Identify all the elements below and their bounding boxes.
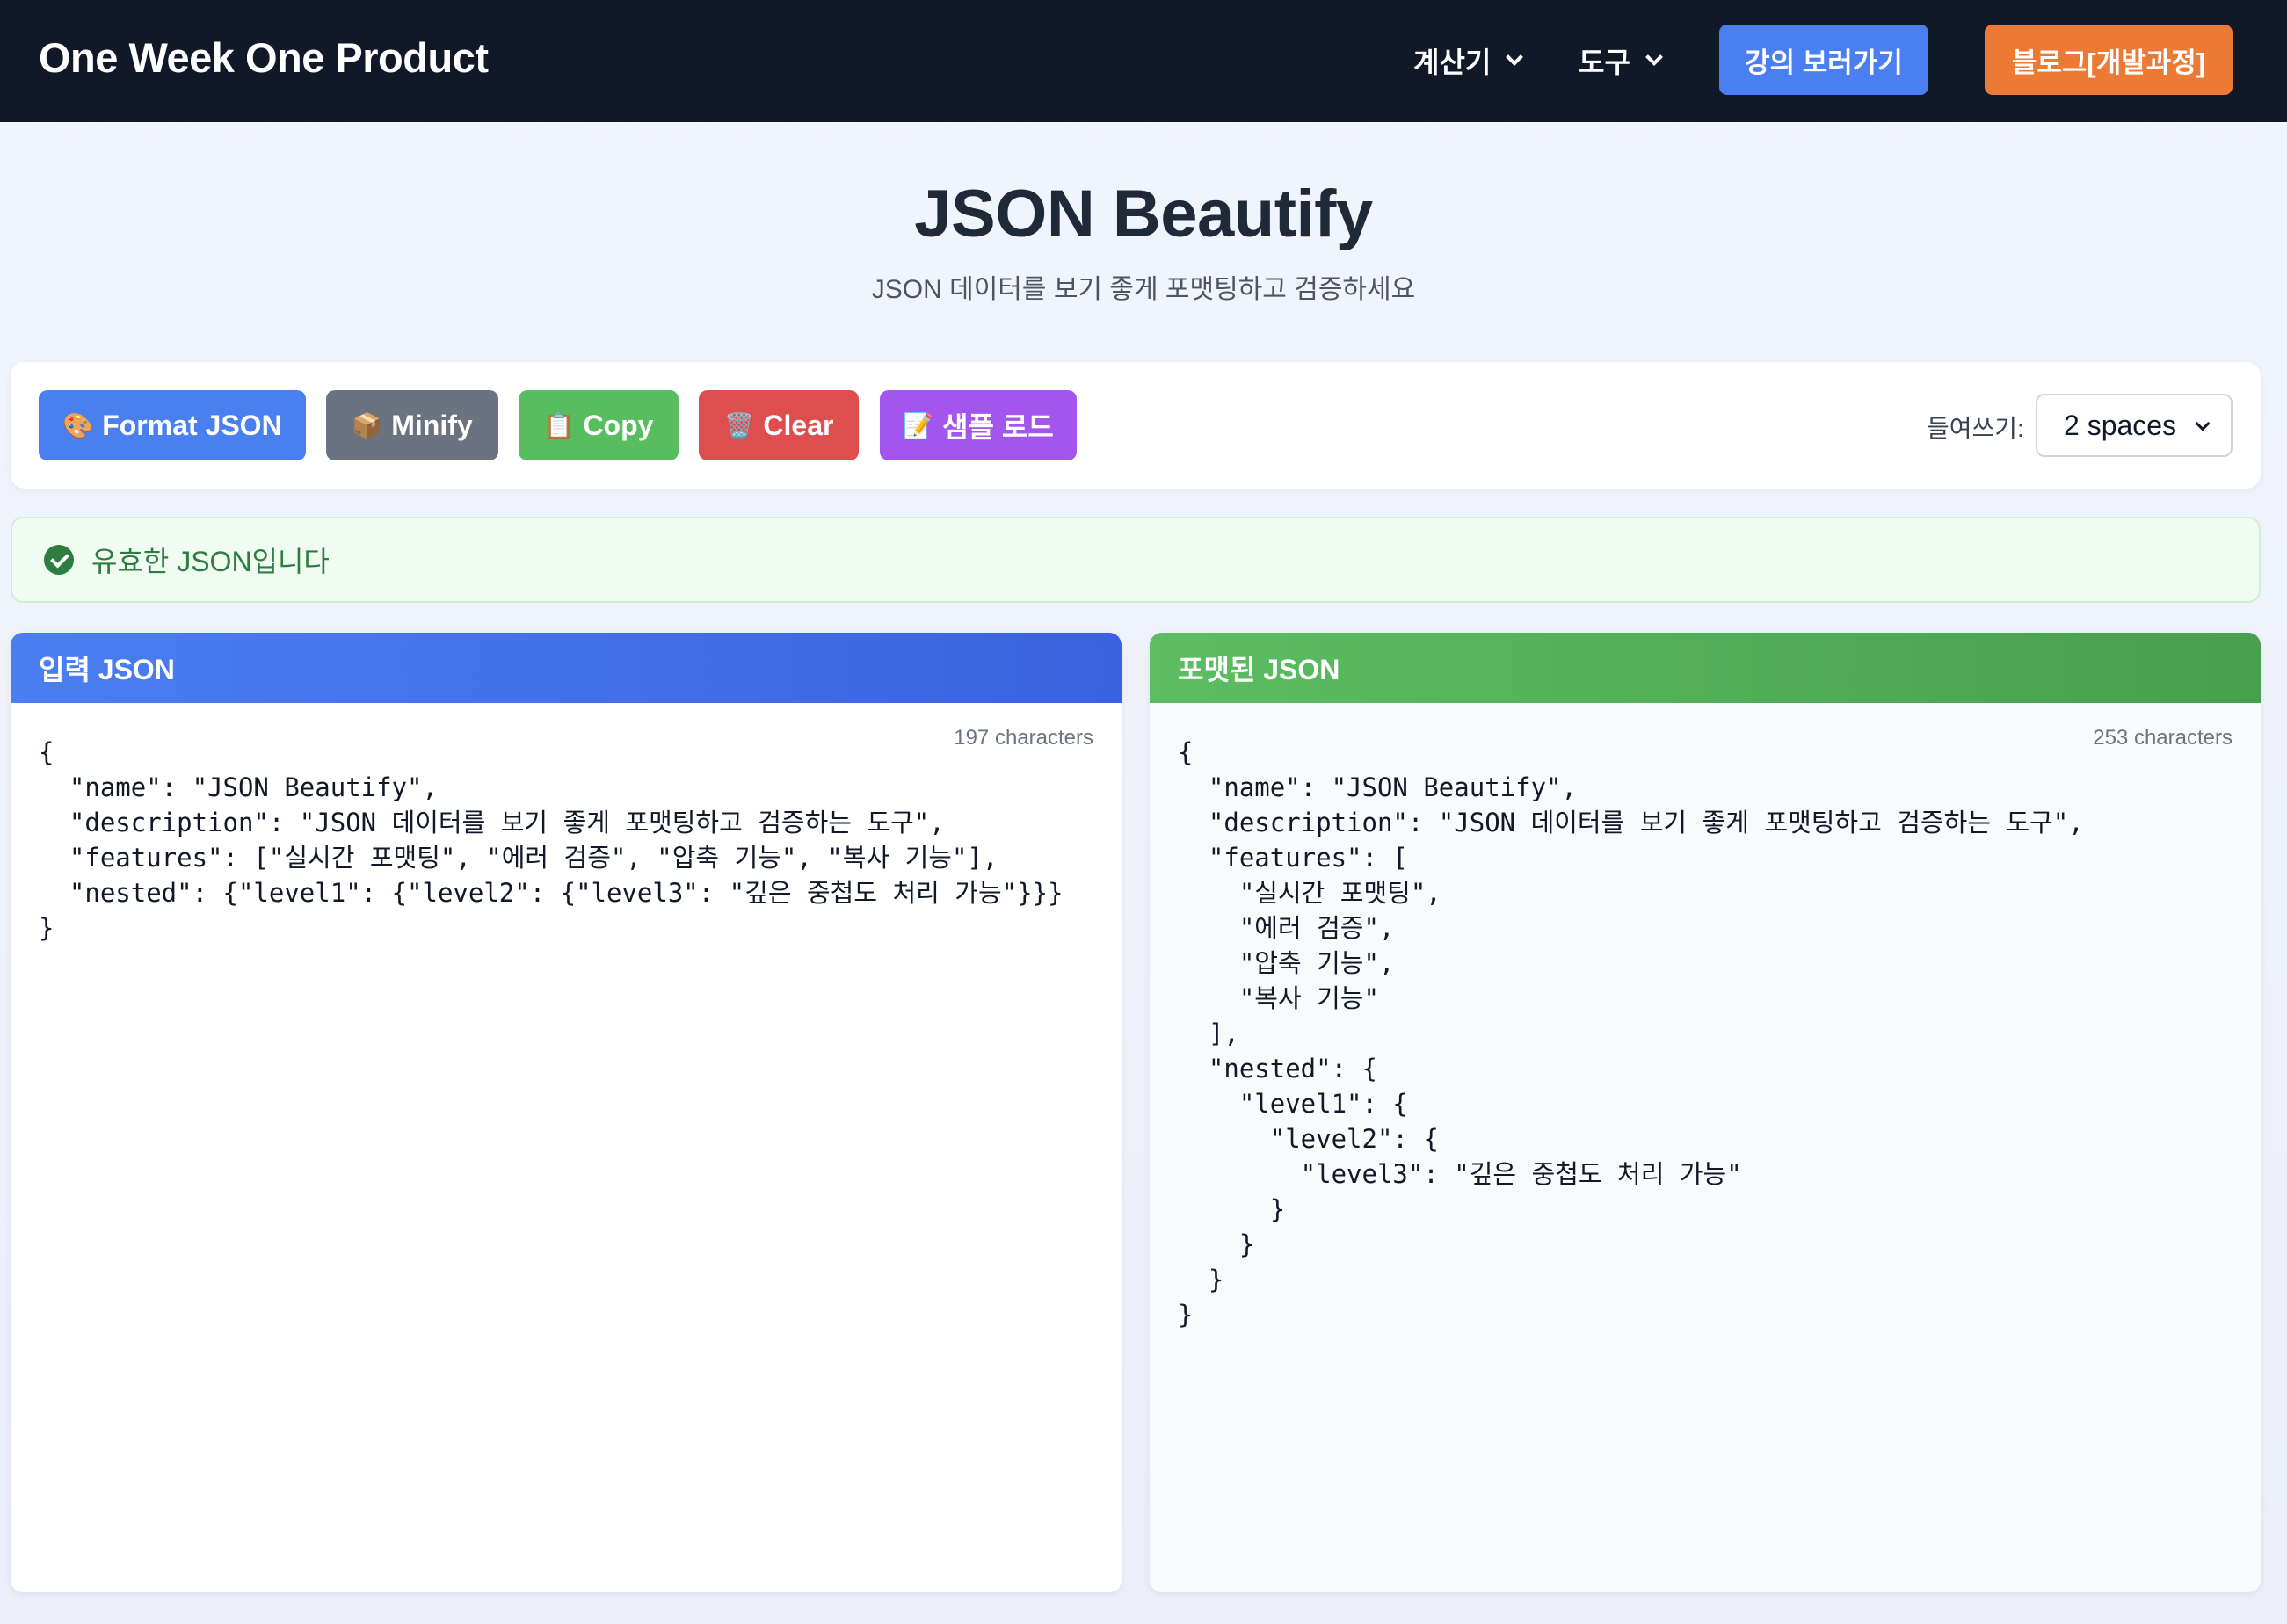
output-json-viewer[interactable]: { "name": "JSON Beautify", "description"… bbox=[1178, 735, 2084, 1332]
button-label: Format JSON bbox=[102, 409, 282, 441]
button-label: Minify bbox=[391, 409, 473, 441]
memo-icon: 📝 bbox=[903, 411, 934, 439]
input-panel: 입력 JSON 197 characters { "name": "JSON B… bbox=[11, 633, 1122, 1592]
blog-button[interactable]: 블로그[개발과정] bbox=[1985, 25, 2233, 95]
page-title: JSON Beautify bbox=[914, 177, 1373, 251]
input-json-textarea[interactable]: { "name": "JSON Beautify", "description"… bbox=[39, 735, 1063, 946]
indent-label: 들여쓰기: bbox=[1927, 415, 2024, 442]
palette-icon: 🎨 bbox=[62, 411, 94, 439]
output-panel: 포맷된 JSON 253 characters { "name": "JSON … bbox=[1150, 633, 2261, 1592]
button-label: Clear bbox=[763, 409, 834, 441]
minify-button[interactable]: 📦 Minify bbox=[326, 390, 498, 460]
output-panel-title: 포맷된 JSON bbox=[1150, 633, 2261, 703]
toolbar: 🎨 Format JSON 📦 Minify 📋 Copy 🗑️ Clear 📝… bbox=[11, 362, 2261, 489]
output-char-count: 253 characters bbox=[2093, 726, 2233, 750]
format-json-button[interactable]: 🎨 Format JSON bbox=[39, 390, 306, 460]
nav-dropdown-calculator[interactable]: 계산기 bbox=[1413, 39, 1524, 83]
clear-button[interactable]: 🗑️ Clear bbox=[699, 390, 859, 460]
status-message: 유효한 JSON입니다 bbox=[91, 546, 330, 577]
indent-select[interactable]: 2 spaces bbox=[2036, 394, 2233, 457]
chevron-down-icon bbox=[1506, 48, 1524, 66]
button-label: Copy bbox=[583, 409, 654, 441]
trash-icon: 🗑️ bbox=[723, 411, 755, 439]
indent-select-value: 2 spaces bbox=[2064, 409, 2177, 441]
page-subtitle: JSON 데이터를 보기 좋게 포맷팅하고 검증하세요 bbox=[871, 275, 1416, 304]
chevron-down-icon bbox=[1644, 48, 1663, 66]
nav-dropdown-label: 도구 bbox=[1579, 47, 1630, 78]
nav-dropdown-label: 계산기 bbox=[1413, 47, 1492, 78]
package-icon: 📦 bbox=[352, 411, 383, 439]
copy-button[interactable]: 📋 Copy bbox=[519, 390, 679, 460]
load-sample-button[interactable]: 📝 샘플 로드 bbox=[880, 390, 1077, 460]
lecture-button[interactable]: 강의 보러가기 bbox=[1719, 25, 1928, 95]
validation-status: 유효한 JSON입니다 bbox=[11, 517, 2261, 603]
clipboard-icon: 📋 bbox=[543, 411, 575, 439]
button-label: 샘플 로드 bbox=[942, 411, 1054, 443]
top-navbar: One Week One Product 계산기 도구 강의 보러가기 블로그[… bbox=[0, 0, 2287, 122]
input-panel-title: 입력 JSON bbox=[11, 633, 1122, 703]
brand-logo-text[interactable]: One Week One Product bbox=[39, 33, 489, 82]
check-circle-icon bbox=[44, 545, 74, 575]
nav-dropdown-tools[interactable]: 도구 bbox=[1579, 39, 1663, 83]
chevron-down-icon bbox=[2195, 416, 2211, 431]
